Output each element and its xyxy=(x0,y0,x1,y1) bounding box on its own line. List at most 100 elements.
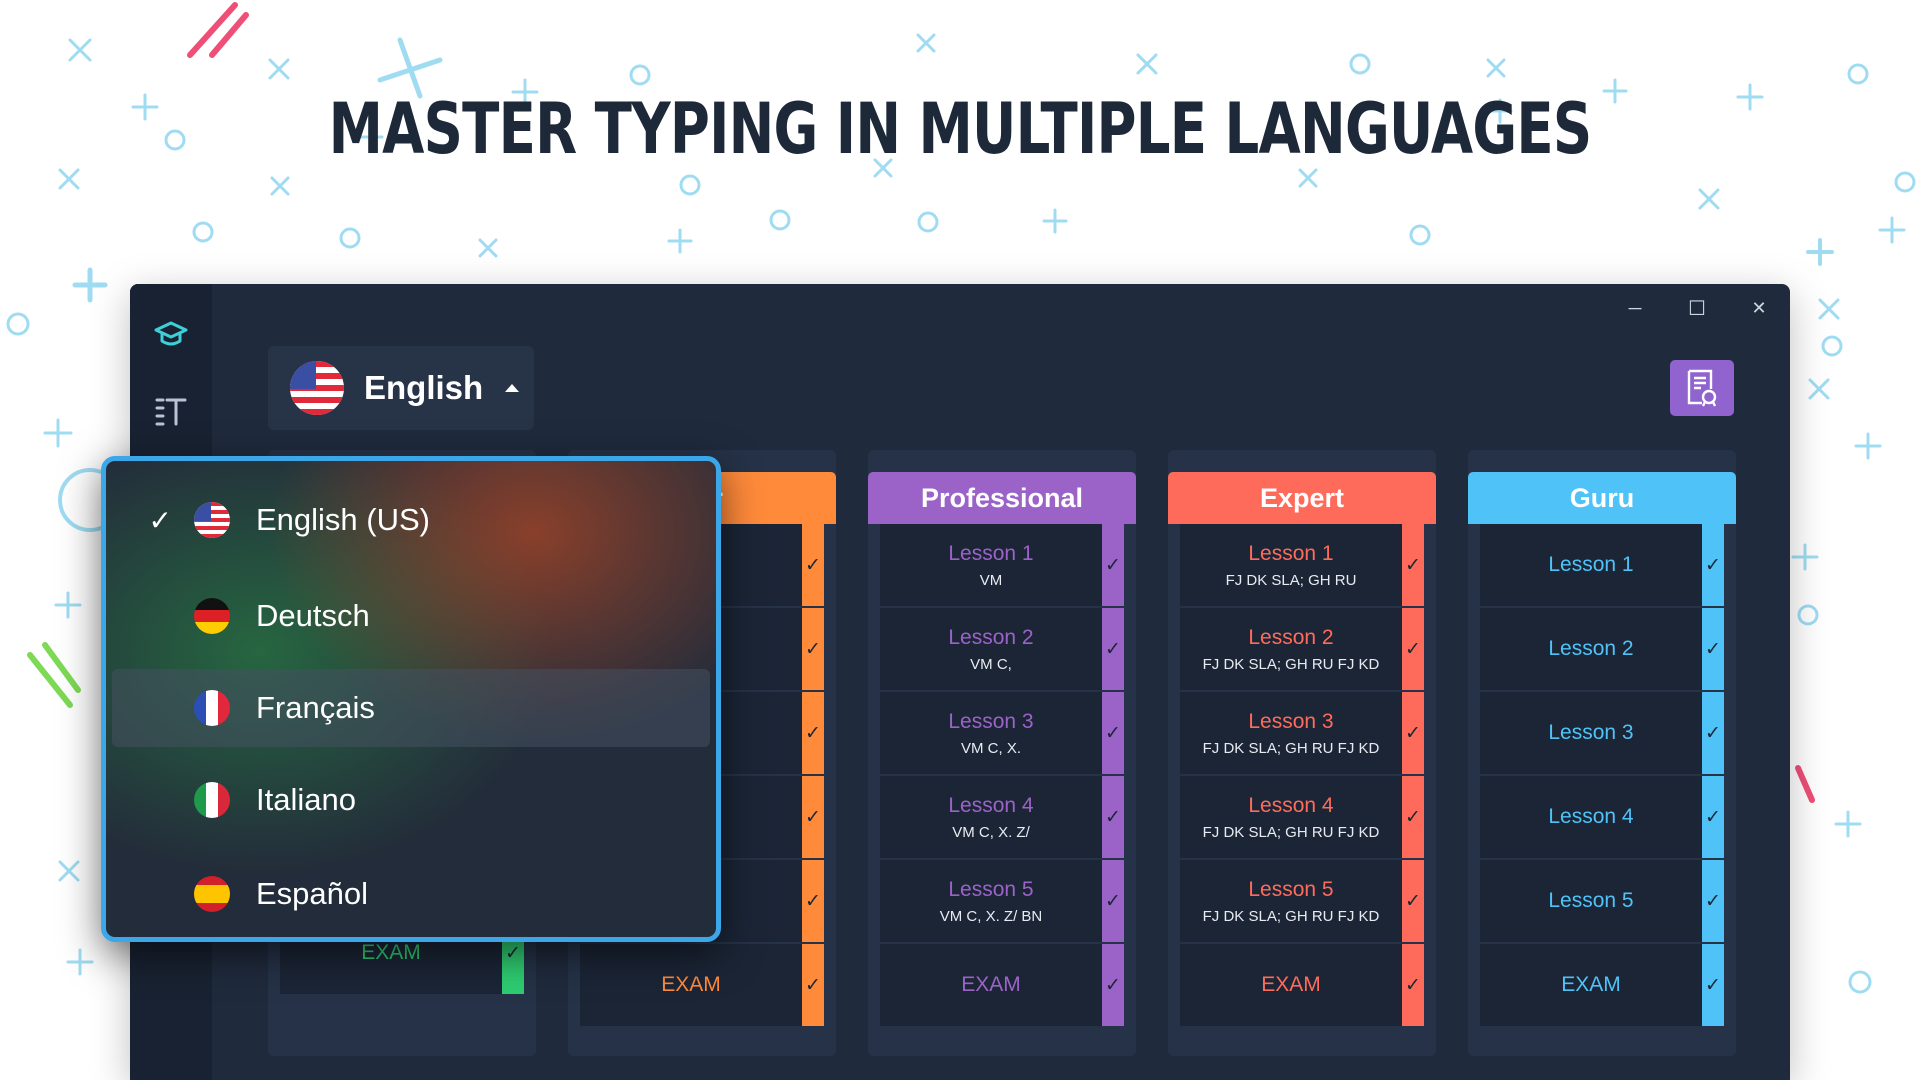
level-column-expert: Expert Lesson 1 FJ DK SLA; GH RU ✓ Lesson 2… xyxy=(1168,450,1436,1056)
lesson-row[interactable]: Lesson 1 VM ✓ xyxy=(880,524,1124,606)
lesson-row[interactable]: Lesson 5 FJ DK SLA; GH RU FJ KD ✓ xyxy=(1180,860,1424,942)
check-icon: ✓ xyxy=(1405,722,1421,744)
exam-row[interactable]: EXAM ✓ xyxy=(1180,944,1424,1026)
check-icon: ✓ xyxy=(1705,554,1721,576)
lesson-keys: FJ DK SLA; GH RU FJ KD xyxy=(1202,823,1380,841)
lesson-keys: FJ DK SLA; GH RU xyxy=(1225,571,1357,589)
minimize-button[interactable]: ─ xyxy=(1604,284,1666,332)
exam-label: EXAM xyxy=(961,973,1021,996)
check-icon: ✓ xyxy=(1705,638,1721,660)
lesson-row[interactable]: Lesson 4 ✓ xyxy=(1480,776,1724,858)
check-icon: ✓ xyxy=(1105,722,1121,744)
close-button[interactable]: ✕ xyxy=(1728,284,1790,332)
lesson-title: Lesson 4 xyxy=(948,793,1034,817)
lesson-row[interactable]: Lesson 3 VM C, X. ✓ xyxy=(880,692,1124,774)
lesson-title: Lesson 5 xyxy=(1248,877,1334,901)
page-headline: MASTER TYPING IN MULTIPLE LANGUAGES xyxy=(328,88,1593,170)
lesson-row[interactable]: Lesson 1 ✓ xyxy=(1480,524,1724,606)
lesson-keys: VM xyxy=(979,571,1003,589)
lesson-keys: FJ DK SLA; GH RU FJ KD xyxy=(1202,907,1380,925)
dropdown-item-francais[interactable]: Français xyxy=(112,669,710,747)
check-icon: ✓ xyxy=(805,890,821,912)
de-flag-icon xyxy=(194,598,230,634)
level-column-professional: Professional Lesson 1 VM ✓ Lesson 2 VM C, ✓ Le… xyxy=(868,450,1136,1056)
exam-row[interactable]: EXAM ✓ xyxy=(880,944,1124,1026)
lesson-keys: VM C, xyxy=(970,655,1012,673)
dropdown-item-espanol[interactable]: Español xyxy=(112,855,710,933)
close-icon: ✕ xyxy=(1751,297,1767,318)
check-icon: ✓ xyxy=(1405,554,1421,576)
check-icon: ✓ xyxy=(805,554,821,576)
titlebar: ─ ☐ ✕ xyxy=(1604,284,1790,332)
language-selector-button[interactable]: English xyxy=(268,346,534,430)
lesson-keys: VM C, X. xyxy=(960,739,1021,757)
lesson-row[interactable]: Lesson 3 ✓ xyxy=(1480,692,1724,774)
check-icon: ✓ xyxy=(1105,890,1121,912)
check-icon: ✓ xyxy=(1105,974,1121,996)
lesson-keys: VM C, X. Z/ BN xyxy=(939,907,1043,925)
certificate-icon xyxy=(1687,369,1717,407)
lesson-row[interactable]: Lesson 1 FJ DK SLA; GH RU ✓ xyxy=(1180,524,1424,606)
selected-language-label: English xyxy=(364,369,484,406)
lesson-row[interactable]: Lesson 2 FJ DK SLA; GH RU FJ KD ✓ xyxy=(1180,608,1424,690)
dropdown-item-italiano[interactable]: Italiano xyxy=(112,761,710,839)
maximize-icon: ☐ xyxy=(1688,297,1706,320)
level-header: Guru xyxy=(1468,472,1736,524)
lesson-row[interactable]: Lesson 4 VM C, X. Z/ ✓ xyxy=(880,776,1124,858)
lesson-row[interactable]: Lesson 5 VM C, X. Z/ BN ✓ xyxy=(880,860,1124,942)
lesson-title: Lesson 2 xyxy=(1548,637,1634,660)
lesson-keys: VM C, X. Z/ xyxy=(952,823,1030,841)
check-icon: ✓ xyxy=(1105,554,1121,576)
lesson-title: Lesson 3 xyxy=(948,709,1034,733)
us-flag-icon xyxy=(290,361,344,415)
exam-label: EXAM xyxy=(1261,973,1321,996)
dropdown-item-deutsch[interactable]: Deutsch xyxy=(112,577,710,655)
check-icon: ✓ xyxy=(1705,974,1721,996)
exam-row[interactable]: EXAM ✓ xyxy=(1480,944,1724,1026)
lesson-title: Lesson 1 xyxy=(948,541,1034,565)
check-icon: ✓ xyxy=(505,942,521,964)
fr-flag-icon xyxy=(194,690,230,726)
lesson-title: Lesson 1 xyxy=(1248,541,1334,565)
check-icon: ✓ xyxy=(805,722,821,744)
check-icon: ✓ xyxy=(805,974,821,996)
lesson-keys: FJ DK SLA; GH RU FJ KD xyxy=(1202,655,1380,673)
check-icon: ✓ xyxy=(805,638,821,660)
lesson-title: Lesson 4 xyxy=(1248,793,1334,817)
lesson-row[interactable]: Lesson 2 VM C, ✓ xyxy=(880,608,1124,690)
it-flag-icon xyxy=(194,782,230,818)
check-icon: ✓ xyxy=(1705,890,1721,912)
maximize-button[interactable]: ☐ xyxy=(1666,284,1728,332)
level-header: Professional xyxy=(868,472,1136,524)
level-column-guru: Guru Lesson 1 ✓ Lesson 2 ✓ Lesson 3 ✓ Lesson 4… xyxy=(1468,450,1736,1056)
lesson-keys: FJ DK SLA; GH RU FJ KD xyxy=(1202,739,1380,757)
lesson-row[interactable]: Lesson 2 ✓ xyxy=(1480,608,1724,690)
check-icon: ✓ xyxy=(1405,638,1421,660)
check-icon: ✓ xyxy=(1105,806,1121,828)
certificate-button[interactable] xyxy=(1670,360,1734,416)
dropdown-item-label: Deutsch xyxy=(256,598,370,633)
dropdown-item-label: Italiano xyxy=(256,782,356,817)
lesson-title: Lesson 3 xyxy=(1248,709,1334,733)
dropdown-item-label: Español xyxy=(256,876,369,911)
lesson-row[interactable]: Lesson 4 FJ DK SLA; GH RU FJ KD ✓ xyxy=(1180,776,1424,858)
check-icon: ✓ xyxy=(1405,806,1421,828)
level-header: Expert xyxy=(1168,472,1436,524)
dropdown-item-label: Français xyxy=(256,690,375,725)
lesson-title: Lesson 1 xyxy=(1548,553,1634,576)
lesson-title: Lesson 2 xyxy=(948,625,1034,649)
exam-row[interactable]: EXAM ✓ xyxy=(580,944,824,1026)
caret-up-icon xyxy=(505,384,520,392)
exam-label: EXAM xyxy=(361,941,421,964)
dropdown-item-english[interactable]: ✓ English (US) xyxy=(112,481,710,559)
check-icon: ✓ xyxy=(1705,806,1721,828)
exam-label: EXAM xyxy=(1561,973,1621,996)
lesson-row[interactable]: Lesson 3 FJ DK SLA; GH RU FJ KD ✓ xyxy=(1180,692,1424,774)
check-icon: ✓ xyxy=(1105,638,1121,660)
us-flag-icon xyxy=(194,502,230,538)
text-format-icon[interactable] xyxy=(151,392,191,432)
es-flag-icon xyxy=(194,876,230,912)
check-icon: ✓ xyxy=(1705,722,1721,744)
graduation-cap-icon[interactable] xyxy=(151,314,191,354)
lesson-row[interactable]: Lesson 5 ✓ xyxy=(1480,860,1724,942)
